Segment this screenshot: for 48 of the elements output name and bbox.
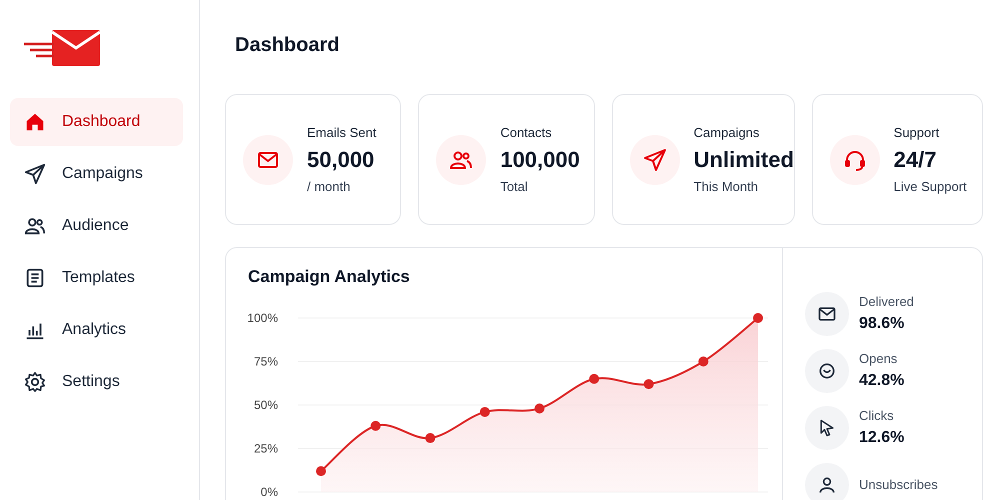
axis-label: 100%: [247, 310, 278, 324]
stat-label: Contacts: [500, 124, 553, 142]
data-point: [425, 432, 436, 443]
data-point: [316, 466, 326, 476]
axis-label: 75%: [254, 354, 278, 368]
panel-title: Campaign Analytics: [248, 266, 411, 288]
people-icon: [24, 215, 46, 237]
sidebar-item[interactable]: Audience: [10, 202, 183, 250]
home-icon: [24, 111, 46, 133]
data-point: [753, 312, 763, 322]
metric-label: Opens: [859, 350, 898, 368]
stat-value: Unlimited: [694, 146, 794, 174]
sidebar-item[interactable]: Campaigns: [10, 150, 183, 198]
sidebar-item[interactable]: Settings: [10, 358, 183, 406]
stat-label: Support: [894, 124, 940, 142]
metric-value: 42.8%: [859, 370, 904, 391]
axis-label: 50%: [254, 398, 278, 412]
metric-label: Clicks: [859, 407, 895, 426]
data-point: [534, 402, 544, 413]
metric-value: 98.6%: [859, 314, 906, 334]
sidebar-item[interactable]: Analytics: [10, 306, 183, 354]
metric-value: 12.6%: [859, 428, 904, 448]
sidebar-item[interactable]: Dashboard: [10, 98, 183, 146]
axis-label: 0%: [260, 484, 278, 498]
sidebar-item[interactable]: Templates: [10, 254, 183, 302]
person-icon: [817, 475, 837, 495]
stat-label: Emails Sent: [307, 124, 376, 142]
data-point: [589, 373, 600, 384]
metric-label: Unsubscribes: [859, 476, 938, 494]
settings-icon: [24, 371, 46, 393]
document-icon: [24, 267, 46, 289]
stat-caption: Total: [500, 178, 529, 196]
stat-value: 24/7: [894, 146, 938, 174]
axis-label: 25%: [254, 441, 278, 455]
paper-plane-icon: [24, 163, 46, 185]
stat-caption: / month: [307, 178, 352, 196]
stat-value: 100,000: [500, 146, 580, 174]
stat-value: 50,000: [307, 146, 376, 174]
data-point: [644, 378, 654, 389]
paper-plane-icon: [642, 148, 667, 172]
stat-label: Campaigns: [694, 124, 760, 142]
stat-caption: This Month: [694, 178, 759, 196]
metric-label: Delivered: [859, 293, 914, 312]
data-point: [370, 420, 381, 430]
data-point: [480, 406, 490, 416]
data-point: [698, 356, 708, 366]
stat-caption: Live Support: [894, 178, 967, 196]
page-title: Dashboard: [234, 33, 340, 58]
